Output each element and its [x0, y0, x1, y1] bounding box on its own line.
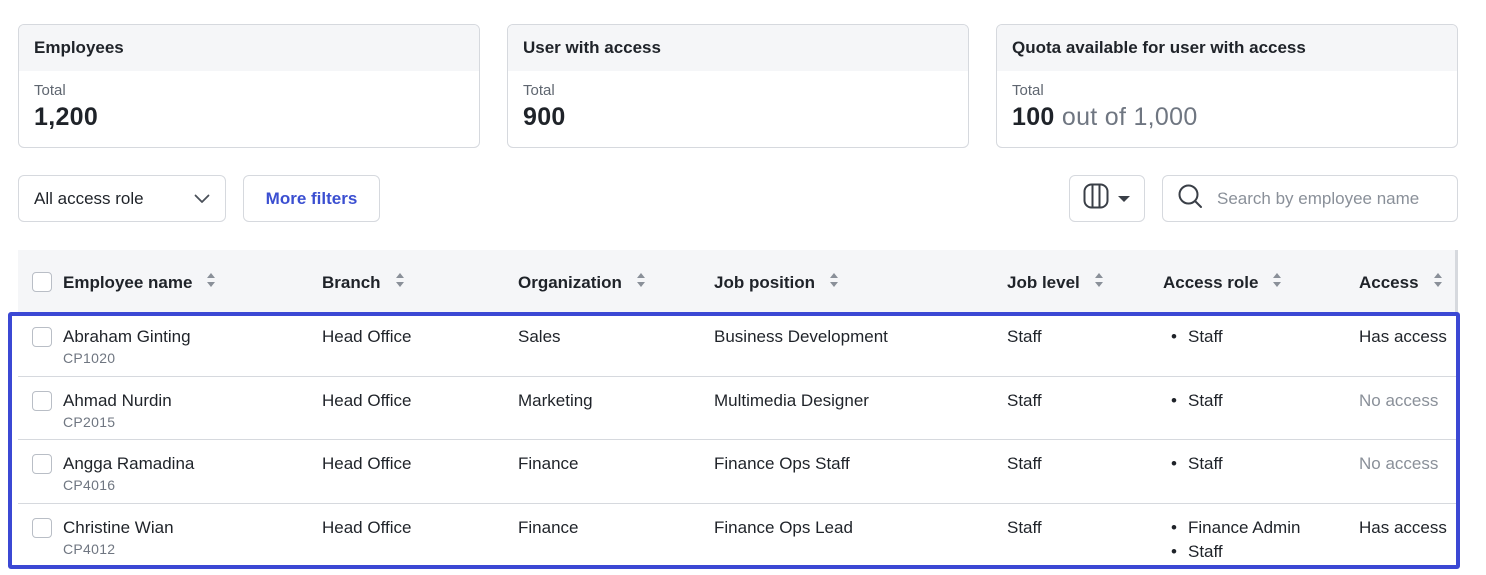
card-subtitle: Total [1012, 82, 1044, 99]
access-role-item: Staff [1163, 325, 1223, 349]
access-status: Has access [1359, 327, 1447, 346]
access-status: No access [1359, 390, 1439, 410]
organization-cell: Marketing [518, 390, 593, 410]
employees-card: Employees Total 1,200 [18, 24, 480, 148]
column-header-employee-name[interactable]: Employee name [63, 272, 216, 293]
branch-cell: Head Office [322, 390, 412, 410]
job-position-cell: Multimedia Designer [714, 390, 869, 410]
row-checkbox[interactable] [32, 517, 52, 538]
employee-id: CP1020 [63, 350, 116, 366]
table-header: Employee name Branch Organization Job po… [18, 250, 1458, 313]
card-value-suffix: out of 1,000 [1061, 103, 1198, 131]
sort-icon[interactable] [395, 272, 405, 293]
access-role-filter-label: All access role [34, 188, 144, 208]
job-position-cell: Business Development [714, 327, 888, 346]
employee-name-cell: Ahmad Nurdin CP2015 [63, 390, 172, 430]
organization-cell: Sales [518, 327, 561, 346]
access-role-cell: Staff [1163, 325, 1223, 349]
chevron-down-icon [194, 189, 210, 209]
access-role-filter[interactable]: All access role [18, 175, 226, 222]
card-subtitle: Total [523, 82, 555, 99]
row-checkbox[interactable] [32, 327, 52, 347]
sort-icon[interactable] [829, 272, 839, 293]
card-title: Quota available for user with access [997, 25, 1457, 71]
access-role-item: Staff [1163, 540, 1300, 564]
card-value: 100 out of 1,000 [1012, 103, 1198, 131]
sort-icon[interactable] [636, 272, 646, 293]
sort-icon[interactable] [206, 272, 216, 293]
branch-cell: Head Office [322, 454, 412, 473]
employee-id: CP4016 [63, 477, 116, 493]
table-row[interactable]: Angga Ramadina CP4016 Head Office Finance… [18, 440, 1458, 504]
sort-icon[interactable] [1433, 272, 1443, 293]
card-title: User with access [508, 25, 968, 71]
branch-cell: Head Office [322, 517, 412, 537]
quota-card: Quota available for user with access Tot… [996, 24, 1458, 148]
access-role-cell: Finance Admin Staff [1163, 516, 1300, 564]
employee-name-cell: Abraham Ginting CP1020 [63, 327, 191, 366]
column-header-access-role[interactable]: Access role [1163, 272, 1282, 293]
access-role-item: Staff [1163, 389, 1223, 413]
card-title: Employees [19, 25, 479, 71]
card-value: 900 [523, 103, 566, 131]
job-level-cell: Staff [1007, 517, 1042, 537]
job-level-cell: Staff [1007, 454, 1042, 473]
search-icon [1177, 183, 1203, 214]
sort-icon[interactable] [1094, 272, 1104, 293]
column-toggle-button[interactable] [1069, 175, 1145, 222]
employee-id: CP4012 [63, 540, 116, 557]
branch-cell: Head Office [322, 327, 412, 346]
columns-icon [1083, 183, 1109, 214]
access-role-cell: Staff [1163, 389, 1223, 413]
access-status: No access [1359, 454, 1439, 473]
job-position-cell: Finance Ops Lead [714, 517, 853, 537]
row-checkbox[interactable] [32, 390, 52, 411]
employee-table: Employee name Branch Organization Job po… [18, 250, 1458, 567]
table-row[interactable]: Christine Wian CP4012 Head Office Finance… [18, 504, 1458, 568]
access-role-item: Staff [1163, 452, 1223, 476]
organization-cell: Finance [518, 517, 579, 537]
employee-id: CP2015 [63, 413, 116, 430]
search-field[interactable]: Search by employee name [1162, 175, 1458, 222]
card-value: 1,200 [34, 103, 99, 131]
card-subtitle: Total [34, 82, 66, 99]
column-header-branch[interactable]: Branch [322, 272, 405, 293]
column-header-access[interactable]: Access [1359, 272, 1443, 293]
job-position-cell: Finance Ops Staff [714, 454, 850, 473]
employee-name-cell: Angga Ramadina CP4016 [63, 454, 195, 493]
organization-cell: Finance [518, 454, 579, 473]
sort-icon[interactable] [1272, 272, 1282, 293]
column-header-organization[interactable]: Organization [518, 272, 646, 293]
access-role-cell: Staff [1163, 452, 1223, 476]
table-row[interactable]: Abraham Ginting CP1020 Head Office Sales … [18, 313, 1458, 377]
access-status: Has access [1359, 517, 1447, 537]
select-all-checkbox[interactable] [32, 272, 52, 292]
employee-name-cell: Christine Wian CP4012 [63, 517, 174, 557]
search-input[interactable]: Search by employee name [1217, 189, 1419, 209]
row-checkbox[interactable] [32, 454, 52, 474]
users-with-access-card: User with access Total 900 [507, 24, 969, 148]
job-level-cell: Staff [1007, 327, 1042, 346]
job-level-cell: Staff [1007, 390, 1042, 410]
table-row[interactable]: Ahmad Nurdin CP2015 Head Office Marketing… [18, 377, 1458, 440]
access-role-item: Finance Admin [1163, 516, 1300, 540]
caret-down-icon [1117, 190, 1131, 208]
column-header-job-level[interactable]: Job level [1007, 272, 1104, 293]
more-filters-button[interactable]: More filters [243, 175, 380, 222]
column-header-job-position[interactable]: Job position [714, 272, 839, 293]
